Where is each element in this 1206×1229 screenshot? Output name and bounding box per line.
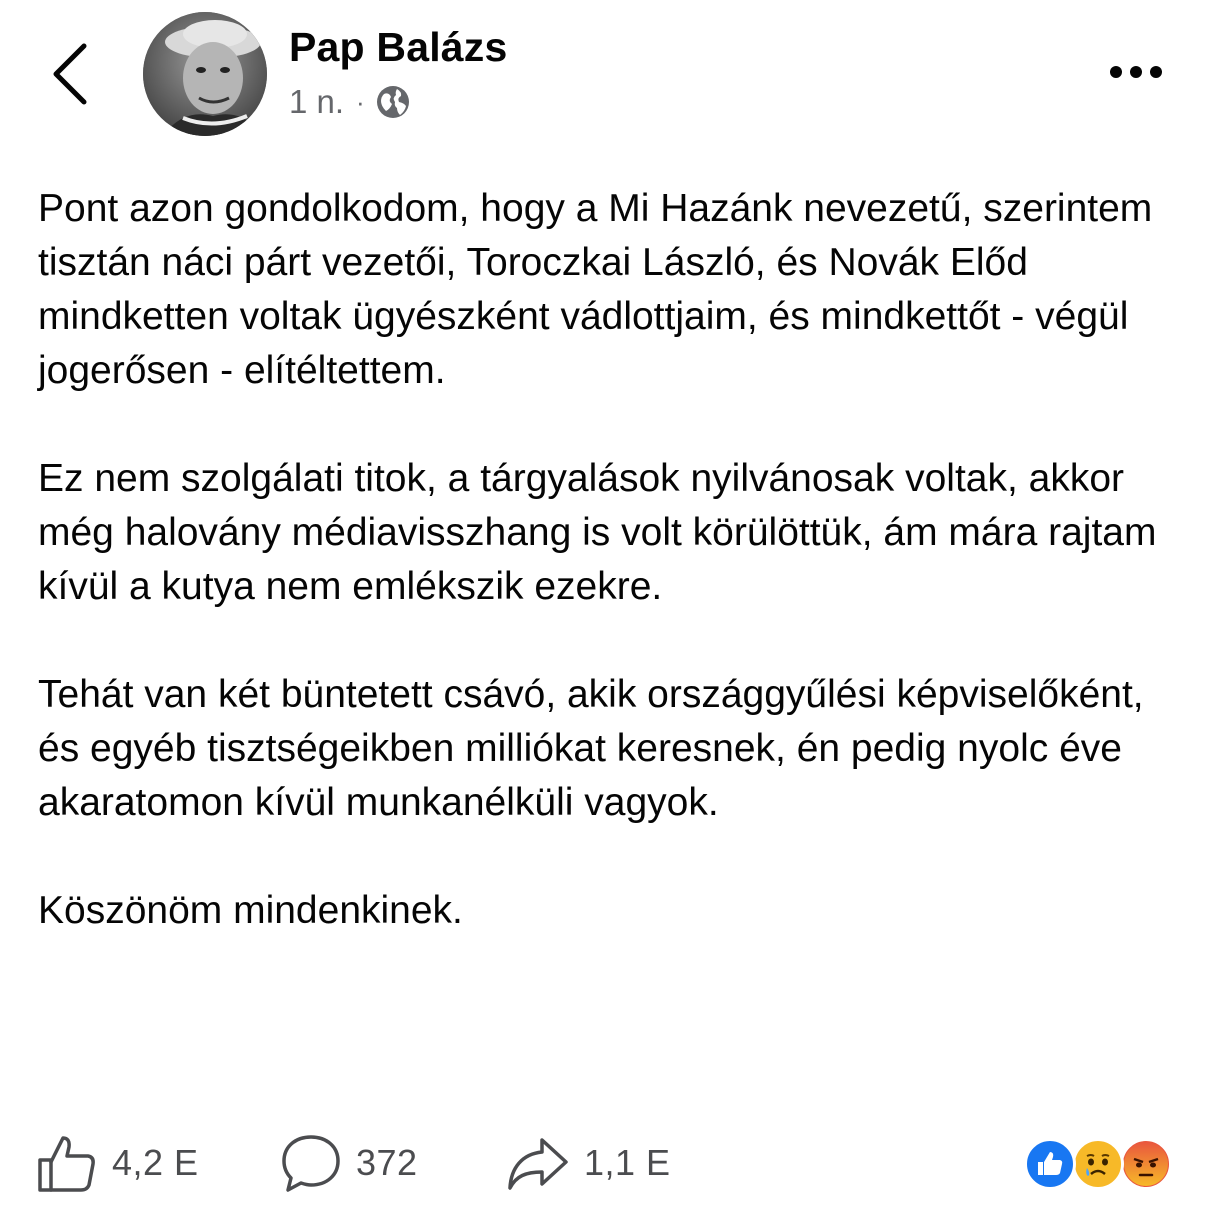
- share-arrow-icon: [508, 1138, 568, 1190]
- post-paragraph: Ez nem szolgálati titok, a tárgyalások n…: [38, 457, 1157, 608]
- comment-bubble-icon: [282, 1135, 340, 1192]
- meta-separator: ·: [356, 87, 365, 117]
- avatar[interactable]: [143, 12, 267, 136]
- angry-reaction-icon: [1120, 1138, 1172, 1190]
- profile-photo: [143, 12, 267, 136]
- like-button[interactable]: 4,2 E: [36, 1130, 199, 1196]
- post-paragraph: Köszönöm mindenkinek.: [38, 889, 463, 932]
- post-time[interactable]: 1 n.: [289, 83, 344, 121]
- post-text: Pont azon gondolkodom, hogy a Mi Hazánk …: [38, 182, 1188, 938]
- share-count: 1,1 E: [584, 1142, 671, 1183]
- post-header: Pap Balázs 1 n. ·: [0, 0, 1206, 150]
- more-dot-icon: [1150, 66, 1162, 78]
- sad-reaction-icon: [1072, 1138, 1124, 1190]
- post-paragraph: Tehát van két büntetett csávó, akik orsz…: [38, 673, 1144, 824]
- comment-count: 372: [356, 1142, 418, 1183]
- share-button[interactable]: 1,1 E: [506, 1130, 671, 1196]
- more-dot-icon: [1110, 66, 1122, 78]
- chevron-left-icon: [53, 43, 87, 105]
- more-options-button[interactable]: [1096, 50, 1176, 94]
- reaction-summary[interactable]: [1024, 1138, 1174, 1190]
- thumbs-up-icon: [38, 1136, 95, 1192]
- like-reaction-icon: [1024, 1138, 1076, 1190]
- more-dot-icon: [1130, 66, 1142, 78]
- comment-button[interactable]: 372: [280, 1130, 418, 1196]
- post-meta: 1 n. ·: [289, 80, 411, 124]
- globe-icon: [376, 86, 409, 118]
- post-paragraph: Pont azon gondolkodom, hogy a Mi Hazánk …: [38, 187, 1153, 392]
- like-count: 4,2 E: [112, 1142, 199, 1183]
- author-name[interactable]: Pap Balázs: [289, 24, 508, 71]
- back-button[interactable]: [40, 38, 100, 110]
